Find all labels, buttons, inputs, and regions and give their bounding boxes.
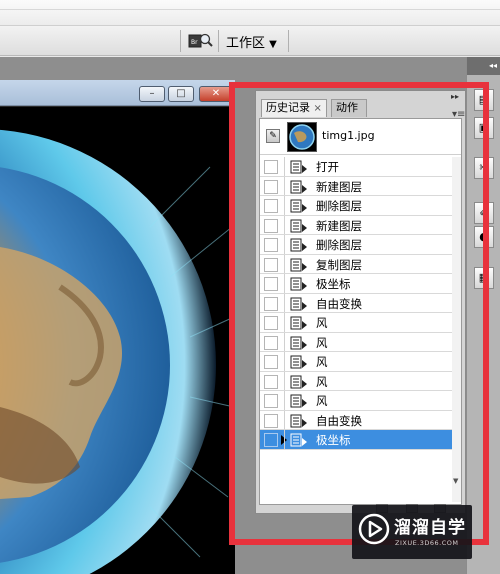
document-canvas[interactable] [0, 107, 235, 574]
workspace-menu-button[interactable]: 工作区 ▼ [226, 32, 277, 51]
maximize-button[interactable]: □ [168, 86, 194, 102]
toolbar-separator [218, 30, 219, 52]
document-titlebar[interactable]: – □ ✕ [0, 80, 235, 106]
workspace-label: 工作区 [226, 36, 266, 51]
application-top-strip [0, 0, 500, 26]
toolbar-separator [180, 30, 181, 52]
dock-expand-icon[interactable]: ◂◂ [467, 57, 500, 75]
bridge-search-button[interactable]: Br [186, 29, 214, 53]
options-bar: Br 工作区 ▼ [0, 26, 500, 56]
top-divider [0, 9, 500, 10]
document-window: – □ ✕ [0, 80, 235, 574]
globe-image [0, 107, 235, 574]
svg-text:Br: Br [191, 39, 198, 46]
chevron-down-icon: ▼ [269, 39, 277, 50]
watermark-subtitle: ZIXUE.3D66.COM [395, 539, 459, 547]
watermark: 溜溜自学 ZIXUE.3D66.COM [352, 505, 472, 559]
bridge-search-icon: Br [188, 33, 213, 48]
minimize-button[interactable]: – [139, 86, 165, 102]
toolbar-separator [288, 30, 289, 52]
watermark-logo-icon [358, 513, 390, 545]
watermark-title: 溜溜自学 [394, 518, 466, 538]
red-highlight-box [229, 82, 489, 545]
close-button[interactable]: ✕ [199, 86, 233, 102]
